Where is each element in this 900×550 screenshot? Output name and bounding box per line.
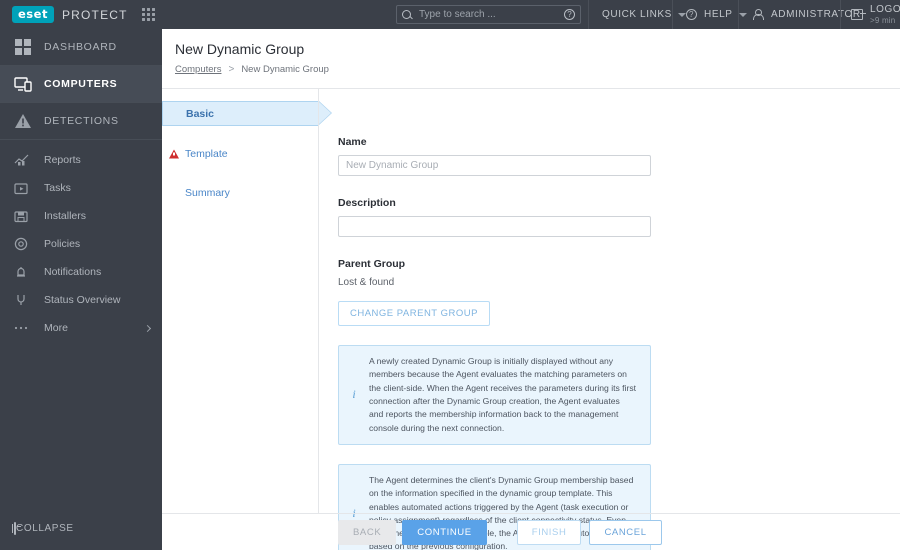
sidebar-item-reports[interactable]: Reports (0, 146, 162, 174)
status-overview-icon (14, 293, 36, 307)
search-icon (402, 10, 411, 19)
tasks-folder-icon (14, 182, 36, 195)
dashboard-grid-icon (14, 38, 36, 56)
parent-group-value: Lost & found (338, 277, 395, 288)
step-label: Template (185, 147, 228, 160)
logout-button[interactable]: LOGOUT >9 min (840, 0, 900, 29)
info-box-text: A newly created Dynamic Group is initial… (369, 356, 637, 433)
logout-label: LOGOUT (870, 4, 900, 16)
sidebar-item-label: Reports (44, 154, 81, 166)
basic-form: Name Description Parent Group Lost & fou… (338, 136, 651, 550)
help-circle-icon: ? (686, 9, 697, 20)
sidebar-item-status-overview[interactable]: Status Overview (0, 286, 162, 314)
step-label: Basic (186, 107, 215, 120)
breadcrumb-separator-icon: > (228, 64, 235, 75)
breadcrumb-link-computers[interactable]: Computers (175, 64, 221, 75)
app-root: eset PROTECT ? QUICK LINKS ? HELP ADMINI… (0, 0, 900, 550)
sidebar-item-label: DASHBOARD (44, 41, 117, 53)
sidebar-item-installers[interactable]: Installers (0, 202, 162, 230)
info-icon: i (352, 387, 356, 402)
sidebar-item-policies[interactable]: Policies (0, 230, 162, 258)
sidebar-item-label: Policies (44, 238, 81, 250)
step-summary[interactable]: Summary (162, 181, 318, 204)
quick-links-label: QUICK LINKS (602, 9, 672, 20)
wizard-body: Basic Template Summary Name Description (162, 89, 900, 550)
sidebar-item-more[interactable]: More (0, 314, 162, 342)
policies-target-icon (14, 237, 36, 251)
warning-triangle-icon (14, 113, 36, 130)
name-input[interactable] (338, 155, 651, 176)
change-parent-group-button[interactable]: CHANGE PARENT GROUP (338, 301, 490, 326)
notifications-bell-icon (14, 265, 36, 279)
vertical-divider (318, 89, 319, 513)
breadcrumb: Computers > New Dynamic Group (175, 64, 900, 75)
eset-logo-text: eset (18, 7, 48, 21)
chevron-right-icon (143, 324, 152, 332)
warning-triangle-icon (169, 149, 179, 158)
logout-timer: >9 min (870, 15, 896, 25)
sidebar-item-label: Notifications (44, 266, 102, 278)
continue-button[interactable]: CONTINUE (402, 519, 487, 546)
search-box[interactable]: ? (396, 5, 581, 24)
top-bar: eset PROTECT ? QUICK LINKS ? HELP ADMINI… (0, 0, 900, 29)
sidebar-item-label: DETECTIONS (44, 115, 119, 127)
step-label: Summary (185, 186, 230, 199)
brand[interactable]: eset PROTECT (0, 6, 156, 23)
step-template[interactable]: Template (162, 142, 318, 165)
search-input[interactable] (419, 9, 564, 20)
installers-disk-icon (14, 210, 36, 223)
page-title: New Dynamic Group (175, 41, 305, 57)
user-icon (752, 8, 764, 21)
apps-grid-icon[interactable] (141, 8, 156, 22)
sidebar-item-detections[interactable]: DETECTIONS (0, 103, 162, 139)
finish-button[interactable]: FINISH (516, 519, 582, 546)
main-content: New Dynamic Group Computers > New Dynami… (162, 29, 900, 550)
page-header: New Dynamic Group Computers > New Dynami… (162, 29, 900, 75)
eset-logo: eset (12, 6, 54, 23)
reports-chart-icon (14, 154, 36, 167)
sidebar-item-label: Installers (44, 210, 87, 222)
back-button[interactable]: BACK (338, 519, 397, 546)
wizard-footer: BACK CONTINUE FINISH CANCEL (162, 513, 900, 550)
collapse-icon (14, 521, 16, 535)
sidebar-item-computers[interactable]: COMPUTERS (0, 66, 162, 102)
parent-group-label: Parent Group (338, 258, 406, 270)
sidebar-item-label: Status Overview (44, 294, 121, 306)
cancel-button[interactable]: CANCEL (589, 519, 662, 546)
info-box-1: i A newly created Dynamic Group is initi… (338, 345, 651, 445)
logout-icon (851, 9, 866, 20)
breadcrumb-current: New Dynamic Group (241, 64, 329, 75)
collapse-label: COLLAPSE (16, 522, 74, 534)
description-input[interactable] (338, 216, 651, 237)
sidebar-collapse-button[interactable]: COLLAPSE (0, 516, 162, 540)
brand-name: PROTECT (61, 7, 128, 22)
wizard-steps: Basic Template Summary (162, 101, 332, 220)
sidebar-item-dashboard[interactable]: DASHBOARD (0, 29, 162, 65)
sidebar-item-tasks[interactable]: Tasks (0, 174, 162, 202)
description-label: Description (338, 197, 396, 209)
sidebar: DASHBOARD COMPUTERS DETECTIONS Reports T… (0, 29, 162, 550)
sidebar-item-label: COMPUTERS (44, 78, 118, 90)
sidebar-item-notifications[interactable]: Notifications (0, 258, 162, 286)
sidebar-item-label: Tasks (44, 182, 71, 194)
question-circle-icon[interactable]: ? (564, 9, 575, 20)
sidebar-item-label: More (44, 322, 68, 334)
computers-monitor-icon (14, 76, 36, 93)
help-label: HELP (704, 9, 733, 20)
name-label: Name (338, 136, 367, 148)
step-basic[interactable]: Basic (162, 101, 332, 126)
more-dots-icon (14, 325, 36, 331)
